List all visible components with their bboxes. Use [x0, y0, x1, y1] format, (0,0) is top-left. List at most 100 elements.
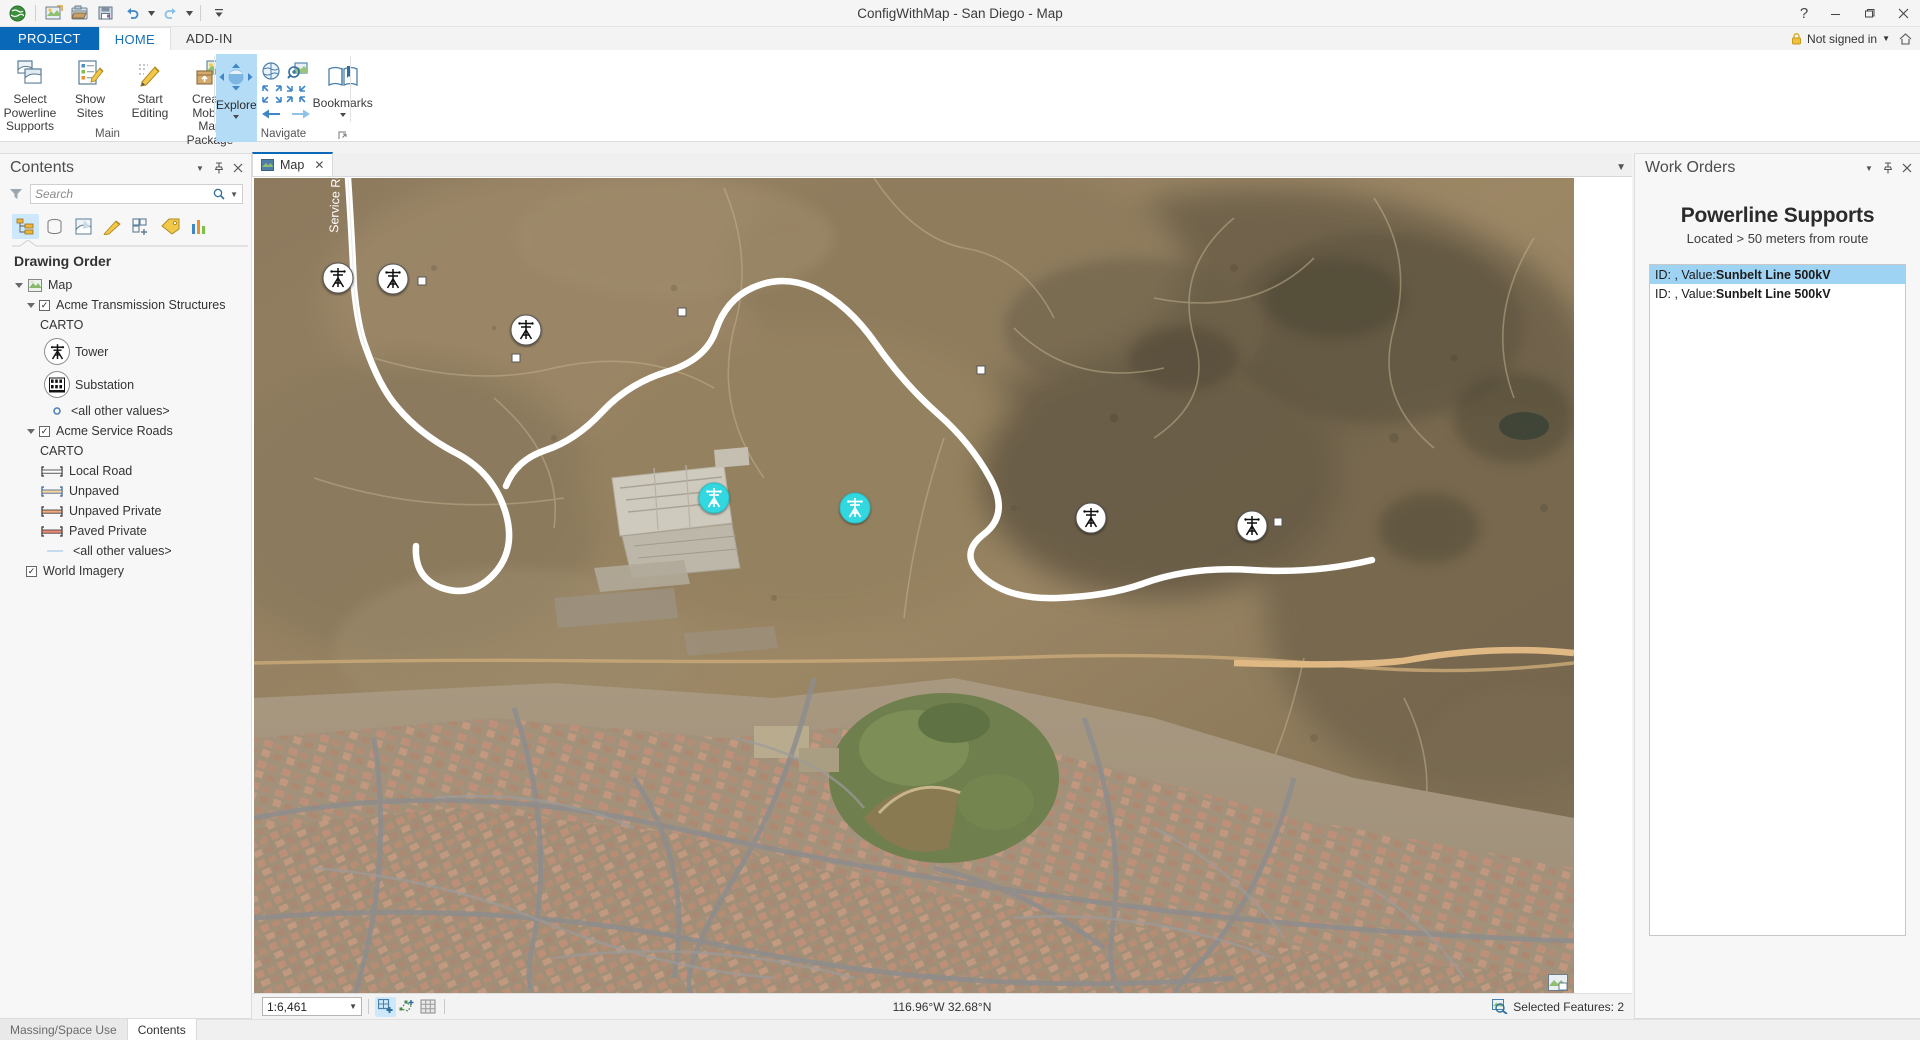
chevron-down-icon[interactable]: ▼	[193, 159, 207, 177]
dialog-launcher-icon[interactable]	[338, 131, 347, 140]
fixed-zoom-in-icon[interactable]	[261, 84, 283, 104]
list-by-editing-icon[interactable]	[99, 214, 126, 239]
customize-qat-icon[interactable]	[208, 3, 230, 24]
tab-project[interactable]: PROJECT	[0, 27, 99, 50]
expander-icon[interactable]	[26, 426, 36, 436]
fixed-zoom-out-icon[interactable]	[285, 84, 307, 104]
help-icon[interactable]: ?	[1790, 0, 1818, 27]
map-view[interactable]: Service Road	[254, 178, 1574, 997]
tab-map[interactable]: Map ✕	[252, 152, 334, 176]
tree-item-acme-transmission-structures[interactable]: ✓ Acme Transmission Structures	[2, 295, 251, 315]
undo-icon[interactable]	[121, 3, 143, 24]
filter-icon[interactable]	[8, 186, 24, 202]
tree-item-label: Local Road	[69, 464, 133, 478]
contents-toolbar-indicator	[12, 240, 248, 247]
expander-icon[interactable]	[14, 280, 24, 290]
work-orders-pane: Work Orders ▼ Powerline Supports Located…	[1634, 153, 1920, 1019]
chevron-down-icon[interactable]: ▼	[349, 1002, 357, 1011]
select-powerline-supports-button[interactable]: Select Powerline Supports	[0, 54, 60, 134]
tree-symbol-unpaved-private[interactable]: Unpaved Private	[2, 501, 251, 521]
close-icon[interactable]: ✕	[314, 158, 324, 172]
edit-vertices-icon[interactable]	[396, 997, 417, 1017]
chevron-down-icon[interactable]: ▼	[1862, 159, 1876, 177]
bookmark-zoom-icon[interactable]	[286, 61, 309, 81]
chevron-down-icon[interactable]	[339, 113, 346, 117]
scale-input[interactable]: 1:6,461 ▼	[262, 997, 362, 1016]
show-sites-button[interactable]: Show Sites	[60, 54, 120, 120]
list-item-value: Sunbelt Line 500kV	[1715, 267, 1831, 282]
chevron-down-icon[interactable]: ▼	[230, 190, 238, 199]
chevron-down-icon[interactable]	[233, 115, 240, 119]
work-orders-list[interactable]: ID: , Value: Sunbelt Line 500kV ID: , Va…	[1649, 264, 1906, 936]
tree-symbol-paved-private[interactable]: Paved Private	[2, 521, 251, 541]
tree-item-label: Unpaved	[69, 484, 120, 498]
map-canvas[interactable]: Service Road	[254, 178, 1574, 997]
tree-symbol-tower[interactable]: Tower	[2, 335, 251, 368]
close-icon[interactable]	[231, 159, 245, 177]
layer-checkbox[interactable]: ✓	[26, 565, 37, 577]
contents-pane: Contents ▼ Search ▼ Drawing Order Map ✓ …	[0, 153, 252, 1019]
next-extent-icon[interactable]	[291, 107, 311, 121]
pin-icon[interactable]	[212, 159, 226, 177]
list-by-charts-icon[interactable]	[186, 214, 213, 239]
open-project-icon[interactable]	[69, 3, 91, 24]
explore-icon	[218, 60, 254, 94]
full-extent-icon[interactable]	[261, 61, 281, 81]
start-editing-button[interactable]: Start Editing	[120, 54, 180, 120]
selected-features-status[interactable]: Selected Features: 2	[1492, 999, 1624, 1014]
chevron-down-icon[interactable]: ▼	[1616, 162, 1626, 173]
ribbon-group-separator	[214, 56, 215, 122]
home-icon[interactable]	[1899, 32, 1912, 45]
bookmarks-button[interactable]: Bookmarks	[313, 54, 373, 117]
chevron-down-icon[interactable]: ▼	[1882, 34, 1890, 43]
tree-item-label: CARTO	[40, 318, 84, 332]
undo-dropdown-icon[interactable]	[147, 3, 155, 24]
list-by-labeling-icon[interactable]	[157, 214, 184, 239]
expander-icon[interactable]	[26, 300, 36, 310]
pin-icon[interactable]	[1881, 159, 1895, 177]
account-status[interactable]: Not signed in ▼	[1791, 27, 1912, 50]
tree-item-acme-service-roads[interactable]: ✓ Acme Service Roads	[2, 421, 251, 441]
ribbon-group-navigate: Explore Bookmarks Navigate	[216, 50, 373, 142]
redo-dropdown-icon[interactable]	[185, 3, 193, 24]
tab-add-in[interactable]: ADD-IN	[171, 27, 248, 50]
arcgis-globe-icon[interactable]	[6, 3, 28, 24]
search-icon[interactable]	[213, 188, 225, 200]
restore-icon[interactable]	[1852, 0, 1886, 27]
save-project-icon[interactable]	[95, 3, 117, 24]
tab-home[interactable]: HOME	[98, 27, 171, 50]
tree-symbol-all-other-values-1[interactable]: <all other values>	[2, 401, 251, 421]
add-selection-icon[interactable]	[375, 996, 396, 1017]
tree-symbol-all-other-values-2[interactable]: <all other values>	[2, 541, 251, 561]
grid-icon[interactable]	[417, 997, 438, 1017]
close-icon[interactable]	[1900, 159, 1914, 177]
tree-symbol-unpaved[interactable]: Unpaved	[2, 481, 251, 501]
tower-symbol-icon	[44, 338, 70, 365]
layer-checkbox[interactable]: ✓	[39, 299, 50, 311]
map-overview-icon[interactable]	[1548, 974, 1568, 991]
search-input[interactable]: Search ▼	[30, 184, 243, 204]
list-by-snapping-icon[interactable]	[128, 214, 155, 239]
close-icon[interactable]	[1886, 0, 1920, 27]
tree-item-label: Acme Transmission Structures	[56, 298, 226, 312]
status-separator-2	[444, 999, 445, 1014]
redo-icon[interactable]	[159, 3, 181, 24]
previous-extent-icon[interactable]	[261, 107, 281, 121]
list-item[interactable]: ID: , Value: Sunbelt Line 500kV	[1650, 284, 1905, 303]
tree-item-label: <all other values>	[73, 544, 172, 558]
work-orders-heading: Powerline Supports	[1680, 204, 1875, 227]
tree-symbol-substation[interactable]: Substation	[2, 368, 251, 401]
bottom-tab-contents[interactable]: Contents	[127, 1019, 197, 1040]
list-by-drawing-order-icon[interactable]	[12, 213, 39, 239]
tree-item-world-imagery[interactable]: ✓ World Imagery	[2, 561, 251, 581]
list-by-selection-icon[interactable]	[70, 214, 97, 239]
layer-checkbox[interactable]: ✓	[39, 425, 50, 437]
tree-item-map[interactable]: Map	[2, 275, 251, 295]
dot-symbol-icon	[48, 407, 66, 415]
tree-symbol-local-road[interactable]: Local Road	[2, 461, 251, 481]
minimize-icon[interactable]	[1818, 0, 1852, 27]
bottom-tab-massing-space-use[interactable]: Massing/Space Use	[0, 1019, 128, 1040]
list-item[interactable]: ID: , Value: Sunbelt Line 500kV	[1650, 265, 1905, 284]
new-map-icon[interactable]	[43, 3, 65, 24]
list-by-data-source-icon[interactable]	[41, 214, 68, 239]
